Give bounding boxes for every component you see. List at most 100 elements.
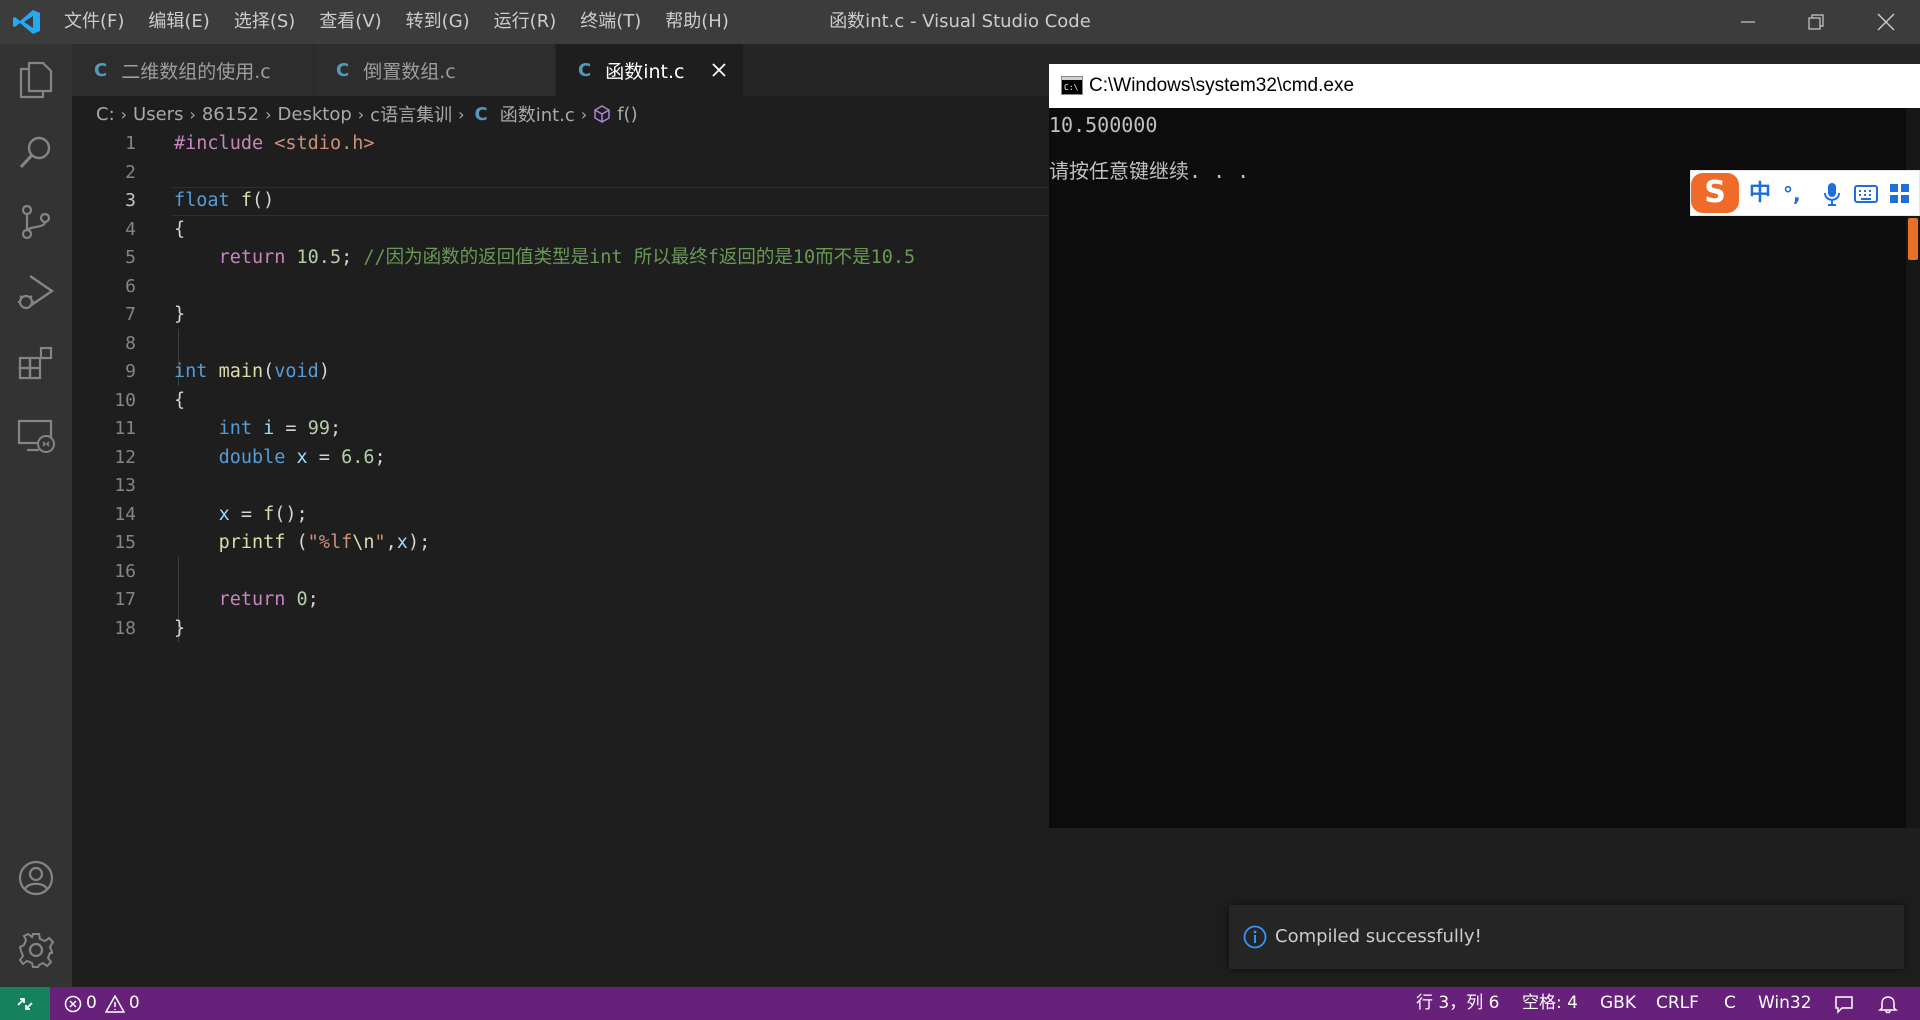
accounts-icon[interactable] [14, 856, 58, 900]
breadcrumb-symbol[interactable]: f() [617, 104, 637, 125]
ime-mode-toggle[interactable]: 中 [1749, 171, 1771, 217]
code-token: , [385, 532, 397, 553]
breadcrumb-users[interactable]: Users [133, 104, 183, 125]
tab-reverse-array[interactable]: C 倒置数组.c [314, 44, 556, 96]
line-number: 10 [114, 389, 136, 411]
line-number: 7 [125, 304, 136, 325]
menu-view[interactable]: 查看(V) [319, 0, 381, 44]
notifications-bell-icon[interactable] [1878, 987, 1898, 1020]
tab-2d-array[interactable]: C 二维数组的使用.c [72, 44, 314, 96]
remote-icon [17, 997, 33, 1010]
code-token: return [218, 247, 286, 268]
c-file-icon: C [474, 103, 488, 125]
extensions-icon[interactable] [14, 342, 58, 386]
code-token: x [218, 503, 230, 525]
cmd-output-value: 10.500000 [1049, 113, 1158, 137]
code-token: f [240, 190, 252, 211]
line-number: 6 [125, 275, 136, 297]
restore-button[interactable] [1788, 0, 1844, 44]
code-token: ( [285, 532, 308, 553]
code-token: <stdio.h> [274, 133, 375, 154]
code-text: { [174, 387, 185, 416]
code-token: i [263, 418, 275, 439]
code-token: } [174, 617, 186, 639]
tab-label: 二维数组的使用.c [121, 60, 271, 83]
tab-close-button[interactable] [707, 58, 731, 82]
code-token: } [174, 304, 186, 325]
breadcrumb-folder[interactable]: c语言集训 [370, 101, 452, 127]
problems-indicator[interactable]: 0 0 [64, 987, 140, 1020]
settings-gear-icon[interactable] [14, 928, 58, 972]
remote-explorer-icon[interactable] [14, 414, 58, 458]
menu-file[interactable]: 文件(F) [64, 0, 124, 44]
code-token: void [274, 361, 319, 382]
code-token: printf [218, 532, 286, 553]
minimize-button[interactable] [1720, 0, 1776, 44]
close-icon [1877, 13, 1895, 31]
code-token: int [218, 418, 252, 439]
explorer-icon[interactable] [14, 58, 58, 102]
ime-toolbar[interactable]: S 中 °, [1690, 170, 1920, 216]
cmd-scrollbar[interactable] [1906, 108, 1920, 828]
eol-setting[interactable]: CRLF [1656, 987, 1699, 1020]
line-number: 16 [114, 560, 136, 582]
keyboard-icon[interactable] [1854, 184, 1878, 208]
encoding-setting[interactable]: GBK [1600, 987, 1636, 1020]
language-mode[interactable]: C [1724, 987, 1736, 1020]
feedback-icon[interactable] [1834, 987, 1854, 1020]
close-window-button[interactable] [1858, 0, 1914, 44]
search-icon[interactable] [14, 130, 58, 174]
c-file-icon: C [94, 59, 108, 81]
cmd-scrollbar-thumb[interactable] [1908, 218, 1918, 260]
cursor-position[interactable]: 行 3，列 6 [1416, 987, 1499, 1020]
grid-menu-icon[interactable] [1889, 183, 1911, 209]
code-token: double [218, 446, 286, 468]
line-number: 13 [114, 475, 136, 496]
source-control-icon[interactable] [14, 200, 58, 244]
code-token: (); [274, 503, 308, 525]
breadcrumb-drive[interactable]: C: [96, 104, 115, 125]
remote-indicator-button[interactable] [0, 987, 50, 1020]
cmd-title-bar[interactable]: C:\ C:\Windows\system32\cmd.exe [1049, 64, 1920, 108]
notification-toast[interactable]: Compiled successfully! [1229, 905, 1904, 969]
minimize-icon [1741, 21, 1755, 23]
code-token: x [396, 532, 408, 553]
menu-edit[interactable]: 编辑(E) [148, 0, 209, 44]
code-text: return 10.5; //因为函数的返回值类型是int 所以最终f返回的是1… [174, 244, 916, 273]
code-token: { [174, 218, 186, 240]
tab-label: 倒置数组.c [363, 60, 456, 83]
platform-config[interactable]: Win32 [1758, 987, 1812, 1020]
close-icon [712, 63, 726, 77]
menu-run[interactable]: 运行(R) [494, 0, 557, 44]
sogou-logo-icon[interactable]: S [1691, 173, 1739, 213]
indentation-setting[interactable]: 空格: 4 [1522, 987, 1578, 1020]
vscode-logo-icon [12, 8, 42, 36]
code-token: ; [329, 418, 342, 439]
menu-go[interactable]: 转到(G) [406, 0, 470, 44]
run-debug-icon[interactable] [14, 270, 58, 314]
code-token: 6.6 [341, 446, 375, 468]
microphone-icon[interactable] [1823, 182, 1841, 210]
chevron-right-icon: › [580, 104, 588, 124]
cmd-output-prompt: 请按任意键继续. . . [1049, 159, 1250, 183]
code-token: ; [307, 589, 319, 610]
menu-help[interactable]: 帮助(H) [665, 0, 729, 44]
ime-punctuation-toggle[interactable]: °, [1783, 171, 1801, 217]
warning-icon [104, 994, 125, 1013]
code-token: 99 [307, 418, 330, 439]
menu-bar: 文件(F) 编辑(E) 选择(S) 查看(V) 转到(G) 运行(R) 终端(T… [64, 0, 753, 44]
menu-selection[interactable]: 选择(S) [234, 0, 295, 44]
line-number: 17 [114, 589, 136, 610]
menu-terminal[interactable]: 终端(T) [580, 0, 641, 44]
tab-function-int[interactable]: C 函数int.c [556, 44, 744, 96]
breadcrumb-file[interactable]: 函数int.c [500, 101, 575, 127]
breadcrumb-desktop[interactable]: Desktop [278, 104, 352, 125]
breadcrumb-user[interactable]: 86152 [202, 104, 259, 125]
